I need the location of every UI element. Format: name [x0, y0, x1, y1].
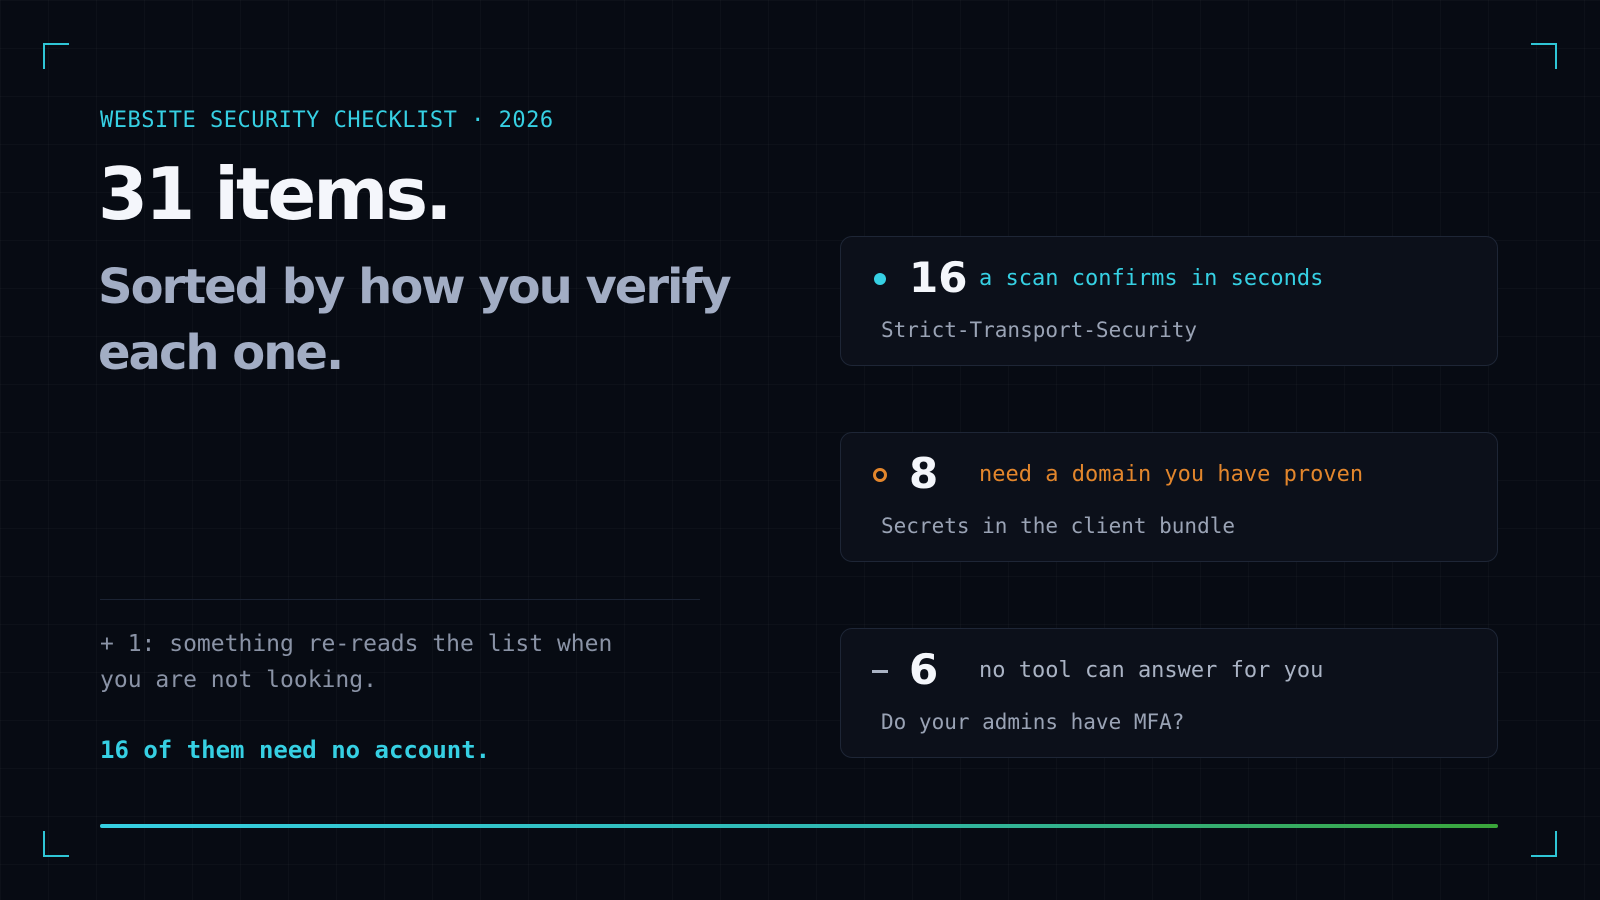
category-example: Strict-Transport-Security [881, 318, 1198, 342]
category-count: 16 [909, 253, 968, 302]
corner-top-left [43, 43, 69, 69]
footnote: + 1: something re-reads the list when yo… [100, 631, 613, 693]
accent-bar [100, 824, 1498, 828]
category-label: no tool can answer for you [979, 658, 1324, 683]
category-count: 6 [909, 645, 939, 694]
category-card-scan: 16 a scan confirms in seconds Strict-Tra… [840, 236, 1498, 366]
dot-icon [874, 273, 886, 285]
category-card-manual: 6 no tool can answer for you Do your adm… [840, 628, 1498, 758]
subheadline: Sorted by how you verify each one. [98, 259, 732, 381]
category-example: Secrets in the client bundle [881, 514, 1236, 538]
category-label: a scan confirms in seconds [979, 266, 1324, 291]
ring-icon [873, 468, 887, 482]
corner-bottom-left [43, 831, 69, 857]
dash-icon [872, 670, 888, 673]
headline: 31 items. [98, 152, 452, 236]
callout: 16 of them need no account. [100, 736, 491, 764]
corner-top-right [1531, 43, 1557, 69]
corner-bottom-right [1531, 831, 1557, 857]
eyebrow-label: WEBSITE SECURITY CHECKLIST · 2026 [100, 108, 554, 133]
category-label: need a domain you have proven [979, 462, 1364, 487]
category-count: 8 [909, 449, 939, 498]
category-card-domain: 8 need a domain you have proven Secrets … [840, 432, 1498, 562]
category-example: Do your admins have MFA? [881, 710, 1185, 734]
divider [100, 599, 700, 600]
